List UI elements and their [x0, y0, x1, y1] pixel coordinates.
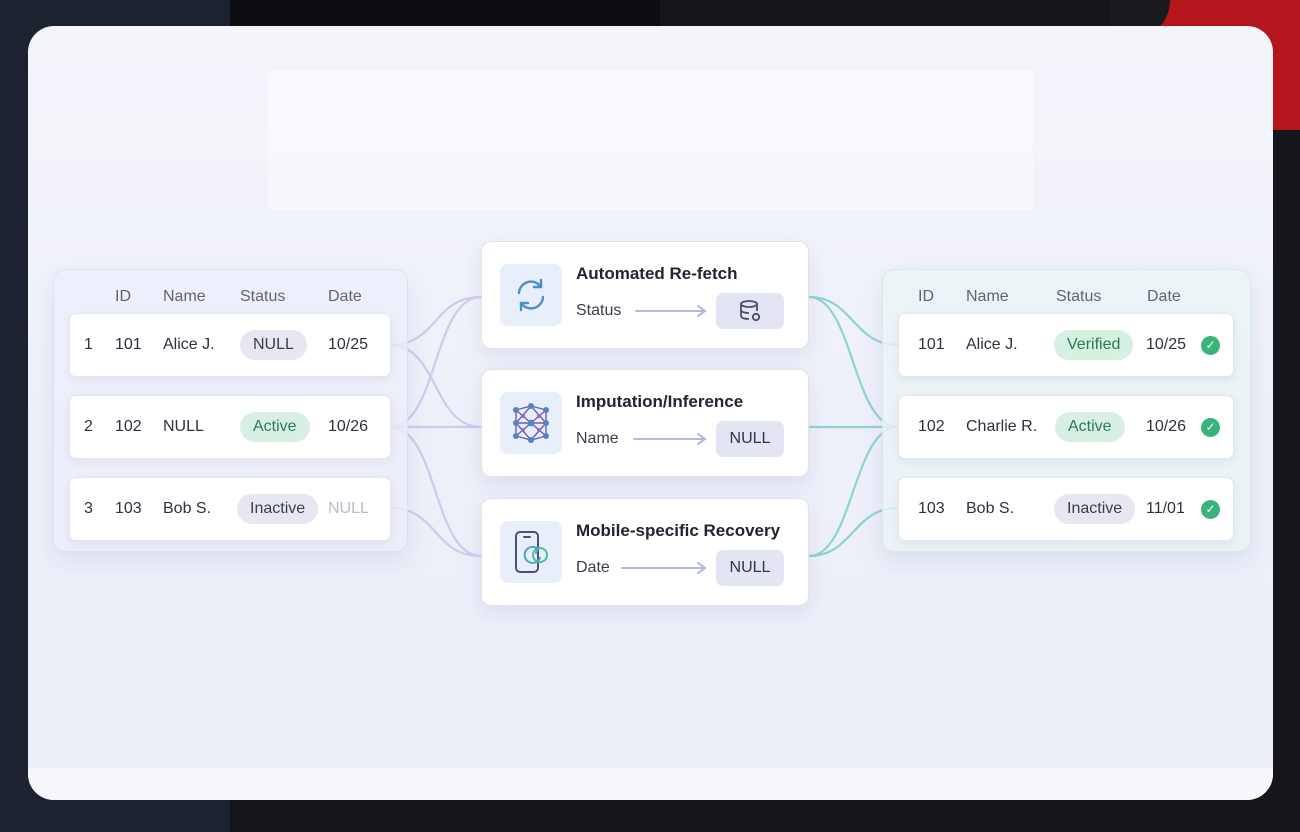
row-name: Alice J. — [966, 336, 1018, 353]
method-title: Imputation/Inference — [576, 392, 744, 411]
check-circle-icon: ✓ — [1201, 500, 1220, 519]
table-row[interactable]: 102 Charlie R. Active 10/26 ✓ — [898, 395, 1234, 459]
status-badge: Inactive — [237, 494, 319, 524]
header-date: Date — [328, 288, 362, 305]
header-status: Status — [1056, 288, 1102, 305]
method-card-imputation[interactable]: Imputation/Inference Name NULL — [481, 369, 809, 477]
row-name: Bob S. — [966, 500, 1015, 517]
check-circle-icon: ✓ — [1201, 418, 1220, 437]
target-value: NULL — [716, 421, 784, 457]
row-index: 2 — [84, 418, 93, 435]
table-row[interactable]: 103 Bob S. Inactive 11/01 ✓ — [898, 477, 1234, 541]
refresh-icon — [500, 264, 562, 326]
row-date: 10/26 — [1146, 418, 1187, 435]
method-field: Name — [576, 430, 619, 447]
method-card-mobile-recovery[interactable]: Mobile-specific Recovery Date NULL — [481, 498, 809, 606]
table-row[interactable]: 3 103 Bob S. Inactive NULL — [69, 477, 391, 541]
method-title: Mobile-specific Recovery — [576, 521, 781, 540]
header-date: Date — [1147, 288, 1181, 305]
header-name: Name — [966, 288, 1009, 305]
arrow-right-icon — [621, 562, 707, 574]
method-field: Status — [576, 302, 622, 319]
source-table: ID Name Status Date 1 101 Alice J. NULL … — [53, 269, 408, 552]
bottom-strip — [28, 768, 1273, 800]
table-row[interactable]: 101 Alice J. Verified 10/25 ✓ — [898, 313, 1234, 377]
row-index: 1 — [84, 336, 93, 353]
check-circle-icon: ✓ — [1201, 336, 1220, 355]
method-title: Automated Re-fetch — [576, 264, 738, 283]
row-date: 10/25 — [1146, 336, 1187, 353]
row-name: Alice J. — [163, 336, 215, 353]
row-date: 10/26 — [328, 418, 369, 435]
header-status: Status — [240, 288, 286, 305]
arrow-right-icon — [633, 433, 707, 445]
status-badge: NULL — [240, 330, 307, 360]
status-badge: Active — [240, 412, 310, 442]
method-card-refetch[interactable]: Automated Re-fetch Status — [481, 241, 809, 349]
row-index: 3 — [84, 500, 93, 517]
mobile-sync-icon — [500, 521, 562, 583]
method-field: Date — [576, 559, 610, 576]
status-badge: Verified — [1054, 330, 1134, 360]
header-name: Name — [163, 288, 206, 305]
row-date: 11/01 — [1146, 500, 1185, 517]
header-id: ID — [918, 288, 934, 305]
row-date: NULL — [328, 500, 369, 517]
target-value: NULL — [716, 550, 784, 586]
row-id: 102 — [115, 418, 142, 435]
row-id: 103 — [115, 500, 142, 517]
database-icon — [716, 293, 784, 329]
row-name: Bob S. — [163, 500, 212, 517]
arrow-right-icon — [635, 305, 707, 317]
result-table-header: ID Name Status Date — [883, 288, 1250, 306]
table-row[interactable]: 1 101 Alice J. NULL 10/25 — [69, 313, 391, 377]
row-date: 10/25 — [328, 336, 369, 353]
row-id: 103 — [918, 500, 945, 517]
ghost-title-area — [268, 70, 1033, 210]
status-badge: Inactive — [1054, 494, 1136, 524]
row-name: Charlie R. — [966, 418, 1038, 435]
diagram-card: ID Name Status Date 1 101 Alice J. NULL … — [28, 26, 1273, 800]
row-id: 102 — [918, 418, 945, 435]
row-id: 101 — [918, 336, 945, 353]
source-table-header: ID Name Status Date — [54, 288, 407, 306]
status-badge: Active — [1055, 412, 1125, 442]
result-table: ID Name Status Date 101 Alice J. Verifie… — [882, 269, 1251, 552]
neural-network-icon — [500, 392, 562, 454]
header-id: ID — [115, 288, 131, 305]
row-name: NULL — [163, 418, 204, 435]
row-id: 101 — [115, 336, 142, 353]
table-row[interactable]: 2 102 NULL Active 10/26 — [69, 395, 391, 459]
